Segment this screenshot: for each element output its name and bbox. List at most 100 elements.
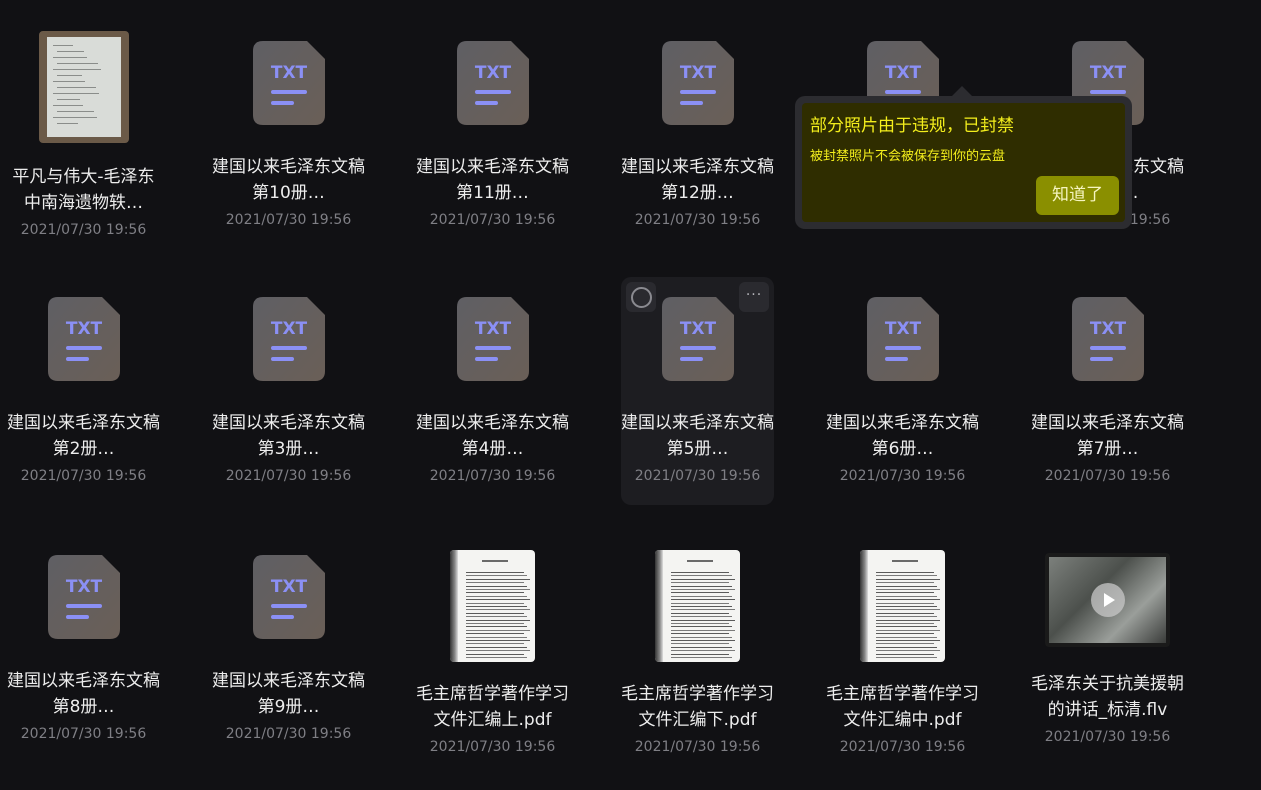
play-icon[interactable] [1090,583,1125,617]
pdf-thumbnail [860,550,945,662]
svg-text:TXT: TXT [679,319,716,339]
txt-file-icon: TXT [252,555,325,639]
video-thumbnail [1045,553,1170,647]
file-name: 建国以来毛泽东文稿 第7册… [1031,413,1184,459]
got-it-button[interactable]: 知道了 [1036,176,1119,215]
file-item[interactable]: 毛主席哲学著作学习文件汇编下.pdf 2021/07/30 19:56 [621,535,774,763]
file-item[interactable]: TXT 建国以来毛泽东文稿 第12册… 2021/07/30 19:56 [621,21,774,249]
file-date: 2021/07/30 19:56 [634,212,761,228]
file-date: 2021/07/30 19:56 [20,468,147,484]
txt-file-icon: TXT [252,297,325,381]
photo-thumbnail [38,31,129,143]
file-thumbnail [416,550,569,662]
file-name: 毛主席哲学著作学习文件汇编中.pdf [826,684,979,730]
svg-text:TXT: TXT [884,63,921,83]
file-name: 建国以来毛泽东文稿 第10册… [212,157,365,203]
txt-file-icon: TXT [866,297,939,381]
file-thumbnail: TXT [212,297,365,381]
file-date: 2021/07/30 19:56 [839,468,966,484]
select-checkbox-icon[interactable] [626,282,656,312]
file-name: 建国以来毛泽东文稿 第12册… [621,157,774,203]
file-name: 毛泽东关于抗美援朝的讲话_标清.flv [1031,674,1184,720]
banned-photos-tooltip: 部分照片由于违规，已封禁 被封禁照片不会被保存到你的云盘 知道了 [795,86,1132,229]
svg-text:TXT: TXT [679,63,716,83]
file-name: 建国以来毛泽东文稿 第6册… [826,413,979,459]
file-date: 2021/07/30 19:56 [1044,468,1171,484]
file-name: 建国以来毛泽东文稿 第4册… [416,413,569,459]
file-name: 建国以来毛泽东文稿 第8册… [7,671,160,717]
file-date: 2021/07/30 19:56 [634,739,761,755]
file-date: 2021/07/30 19:56 [225,212,352,228]
svg-text:TXT: TXT [1089,319,1126,339]
txt-file-icon: TXT [456,41,529,125]
more-options-button[interactable]: ··· [739,282,769,312]
pdf-thumbnail [655,550,740,662]
file-item[interactable]: TXT 建国以来毛泽东文稿 第7册… 2021/07/30 19:56 [1031,277,1184,505]
file-name: 毛主席哲学著作学习文件汇编上.pdf [416,684,569,730]
file-name: 毛主席哲学著作学习文件汇编下.pdf [621,684,774,730]
file-name: 建国以来毛泽东文稿 第2册… [7,413,160,459]
tooltip-body: 部分照片由于违规，已封禁 被封禁照片不会被保存到你的云盘 知道了 [802,103,1125,222]
file-thumbnail: TXT [7,555,160,639]
file-name: 建国以来毛泽东文稿 第9册… [212,671,365,717]
file-thumbnail: TXT [826,297,979,381]
svg-text:TXT: TXT [65,577,102,597]
file-name: 建国以来毛泽东文稿 第11册… [416,157,569,203]
tooltip-title: 部分照片由于违规，已封禁 [810,116,1014,136]
svg-text:TXT: TXT [474,63,511,83]
file-thumbnail: TXT [1031,297,1184,381]
file-date: 2021/07/30 19:56 [429,739,556,755]
file-date: 2021/07/30 19:56 [429,468,556,484]
file-thumbnail [621,550,774,662]
file-thumbnail: TXT [212,41,365,125]
svg-text:TXT: TXT [65,319,102,339]
txt-file-icon: TXT [47,555,120,639]
txt-file-icon: TXT [456,297,529,381]
svg-text:TXT: TXT [474,319,511,339]
file-item[interactable]: 毛泽东关于抗美援朝的讲话_标清.flv 2021/07/30 19:56 [1031,535,1184,763]
file-date: 2021/07/30 19:56 [1044,729,1171,745]
file-date: 2021/07/30 19:56 [225,468,352,484]
file-item[interactable]: TXT 建国以来毛泽东文稿 第4册… 2021/07/30 19:56 [416,277,569,505]
txt-file-icon: TXT [661,297,734,381]
file-date: 2021/07/30 19:56 [429,212,556,228]
txt-file-icon: TXT [661,41,734,125]
svg-text:TXT: TXT [270,577,307,597]
svg-text:TXT: TXT [884,319,921,339]
file-thumbnail [826,550,979,662]
file-item[interactable]: TXT 建国以来毛泽东文稿 第10册… 2021/07/30 19:56 [212,21,365,249]
file-date: 2021/07/30 19:56 [839,739,966,755]
file-item[interactable]: TXT 建国以来毛泽东文稿 第3册… 2021/07/30 19:56 [212,277,365,505]
file-item[interactable]: TXT 建国以来毛泽东文稿 第11册… 2021/07/30 19:56 [416,21,569,249]
file-date: 2021/07/30 19:56 [634,468,761,484]
file-item[interactable]: 平凡与伟大-毛泽东中南海遗物轶… 2021/07/30 19:56 [7,21,160,249]
svg-text:TXT: TXT [270,319,307,339]
file-thumbnail [1031,553,1184,647]
file-item[interactable]: TXT 建国以来毛泽东文稿 第8册… 2021/07/30 19:56 [7,535,160,763]
file-thumbnail: TXT [7,297,160,381]
svg-text:TXT: TXT [1089,63,1126,83]
pdf-thumbnail [450,550,535,662]
file-name: 建国以来毛泽东文稿 第5册… [621,413,774,459]
file-item[interactable]: TXT 建国以来毛泽东文稿 第9册… 2021/07/30 19:56 [212,535,365,763]
file-item[interactable]: 毛主席哲学著作学习文件汇编上.pdf 2021/07/30 19:56 [416,535,569,763]
file-item[interactable]: TXT 建国以来毛泽东文稿 第5册… 2021/07/30 19:56 ··· [621,277,774,505]
file-date: 2021/07/30 19:56 [20,222,147,238]
file-item[interactable]: TXT 建国以来毛泽东文稿 第2册… 2021/07/30 19:56 [7,277,160,505]
txt-file-icon: TXT [1071,297,1144,381]
file-date: 2021/07/30 19:56 [225,726,352,742]
file-thumbnail: TXT [212,555,365,639]
svg-text:TXT: TXT [270,63,307,83]
file-thumbnail [7,31,160,143]
tooltip-message: 被封禁照片不会被保存到你的云盘 [810,149,1006,164]
file-name: 平凡与伟大-毛泽东中南海遗物轶… [12,167,155,213]
txt-file-icon: TXT [252,41,325,125]
file-thumbnail: TXT [621,41,774,125]
file-thumbnail: TXT [416,41,569,125]
file-thumbnail: TXT [416,297,569,381]
file-date: 2021/07/30 19:56 [20,726,147,742]
file-name: 建国以来毛泽东文稿 第3册… [212,413,365,459]
txt-file-icon: TXT [47,297,120,381]
file-item[interactable]: 毛主席哲学著作学习文件汇编中.pdf 2021/07/30 19:56 [826,535,979,763]
file-item[interactable]: TXT 建国以来毛泽东文稿 第6册… 2021/07/30 19:56 [826,277,979,505]
